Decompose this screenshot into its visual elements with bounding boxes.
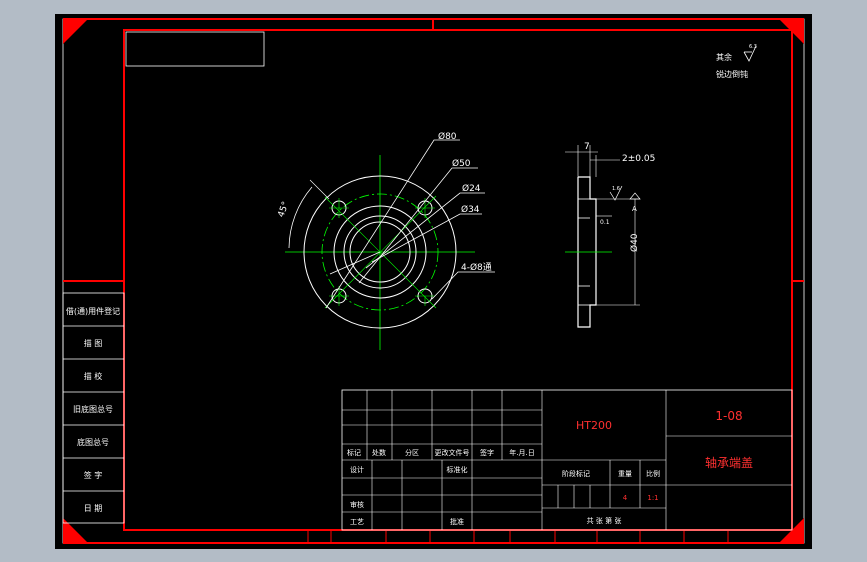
dim-dia-34: Ø34 (461, 204, 480, 215)
side-label-4: 底图总号 (77, 437, 109, 447)
drawing-number: 1-08 (715, 409, 742, 423)
side-label-3: 旧底图总号 (73, 404, 113, 414)
note-rest: 其余 (716, 52, 732, 62)
drawing-background (55, 14, 812, 549)
dim-dia-24: Ø24 (462, 183, 481, 194)
cad-drawing: 其余 6.3 锐边倒钝 Ø80 Ø50 Ø24 Ø34 4-Ø8通 45° 7 … (55, 14, 812, 549)
side-label-1: 描 图 (84, 338, 103, 348)
rev-header-0: 标记 (347, 448, 361, 457)
label-weight: 重量 (618, 470, 632, 478)
dim-dia-50: Ø50 (452, 158, 471, 169)
datum-label: A (632, 205, 637, 213)
side-roughness: 1.6 (612, 186, 620, 192)
rev-header-1: 处数 (372, 448, 386, 457)
label-approve: 批准 (450, 517, 464, 526)
side-label-0: 借(通)用件登记 (66, 306, 120, 316)
side-label-6: 日 期 (84, 504, 103, 513)
dim-bore-dia: Ø40 (629, 233, 640, 252)
label-scale: 比例 (646, 469, 660, 478)
weight-value: 4 (623, 494, 628, 502)
scale-value: 1:1 (647, 494, 658, 502)
label-stage-mark: 阶段标记 (562, 469, 590, 478)
side-label-2: 描 校 (84, 371, 103, 381)
rev-header-4: 签字 (480, 448, 494, 457)
rev-header-3: 更改文件号 (435, 448, 470, 457)
material-label: HT200 (576, 419, 612, 432)
dim-step: 2±0.05 (622, 154, 655, 164)
side-label-5: 签 字 (84, 470, 103, 480)
dim-holes: 4-Ø8通 (461, 262, 492, 273)
rev-header-5: 年.月.日 (509, 448, 534, 457)
sheet-count: 共 张 第 张 (587, 516, 622, 525)
label-process: 工艺 (350, 518, 364, 526)
dim-dia-80: Ø80 (438, 131, 457, 142)
rev-header-2: 分区 (405, 448, 419, 457)
label-design: 设计 (350, 465, 364, 474)
label-standardization: 标准化 (447, 465, 468, 474)
note-chamfer: 锐边倒钝 (716, 69, 748, 79)
note-roughness: 6.3 (749, 44, 757, 50)
label-review: 审核 (350, 500, 364, 509)
part-name: 轴承端盖 (705, 455, 753, 470)
flatness-label: 0.1 (600, 219, 610, 226)
dim-thickness: 7 (584, 142, 590, 152)
